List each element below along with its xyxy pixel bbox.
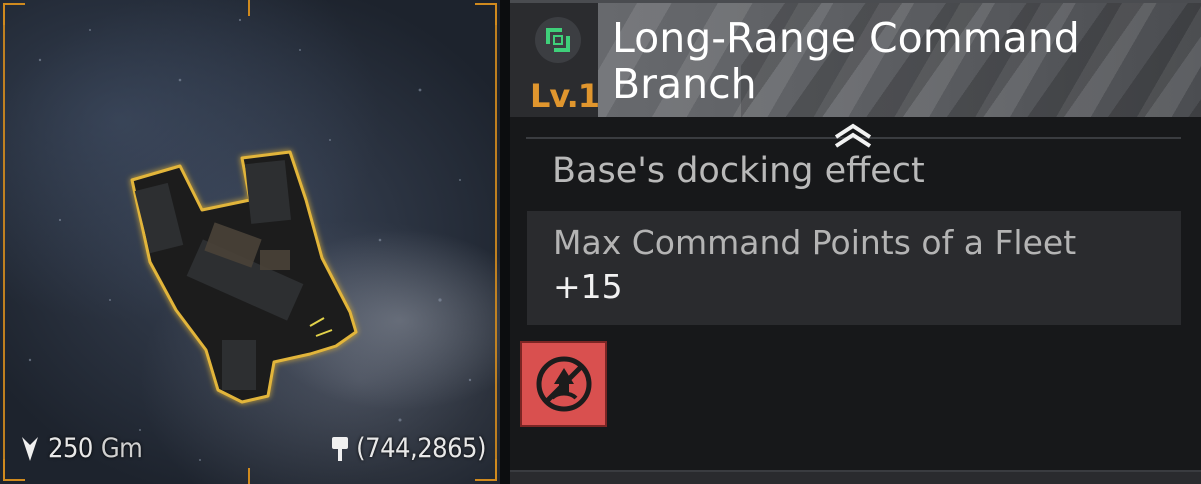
frame-corner-top-left bbox=[3, 3, 25, 25]
frame-bottom-tick bbox=[248, 468, 250, 484]
branch-module-icon bbox=[535, 17, 581, 63]
distance-readout: 250 Gm bbox=[20, 433, 143, 464]
coordinates-readout: (744,2865) bbox=[330, 433, 486, 464]
no-dock-button[interactable] bbox=[520, 341, 607, 427]
distance-value: 250 bbox=[48, 433, 93, 464]
effect-name: Max Command Points of a Fleet bbox=[553, 223, 1077, 262]
module-info-panel: Lv.1 Long-Range Command Branch Base's do… bbox=[510, 0, 1201, 484]
effect-item: Max Command Points of a Fleet +15 bbox=[527, 211, 1181, 325]
ship-preview-panel: 250 Gm (744,2865) bbox=[0, 0, 500, 484]
arrow-down-icon bbox=[22, 436, 38, 461]
frame-corner-top-right bbox=[475, 3, 497, 25]
frame-right-edge bbox=[495, 3, 497, 481]
panel-divider bbox=[500, 0, 510, 484]
no-dock-icon bbox=[536, 356, 591, 412]
module-header: Lv.1 Long-Range Command Branch bbox=[510, 3, 1201, 117]
docking-effect-heading: Base's docking effect bbox=[552, 151, 925, 191]
frame-top-tick bbox=[248, 0, 250, 16]
distance-unit: Gm bbox=[100, 433, 143, 464]
panel-bottom-bar bbox=[510, 470, 1201, 484]
effect-value: +15 bbox=[553, 267, 623, 306]
coordinates-value: (744,2865) bbox=[356, 433, 486, 464]
frame-left-edge bbox=[3, 3, 5, 481]
module-badge: Lv.1 bbox=[510, 3, 600, 117]
module-title: Long-Range Command Branch bbox=[612, 14, 1080, 108]
collapse-chevron-icon[interactable] bbox=[828, 121, 878, 149]
pin-icon bbox=[332, 436, 349, 461]
ship-model-image bbox=[130, 150, 358, 404]
module-level: Lv.1 bbox=[530, 77, 600, 115]
